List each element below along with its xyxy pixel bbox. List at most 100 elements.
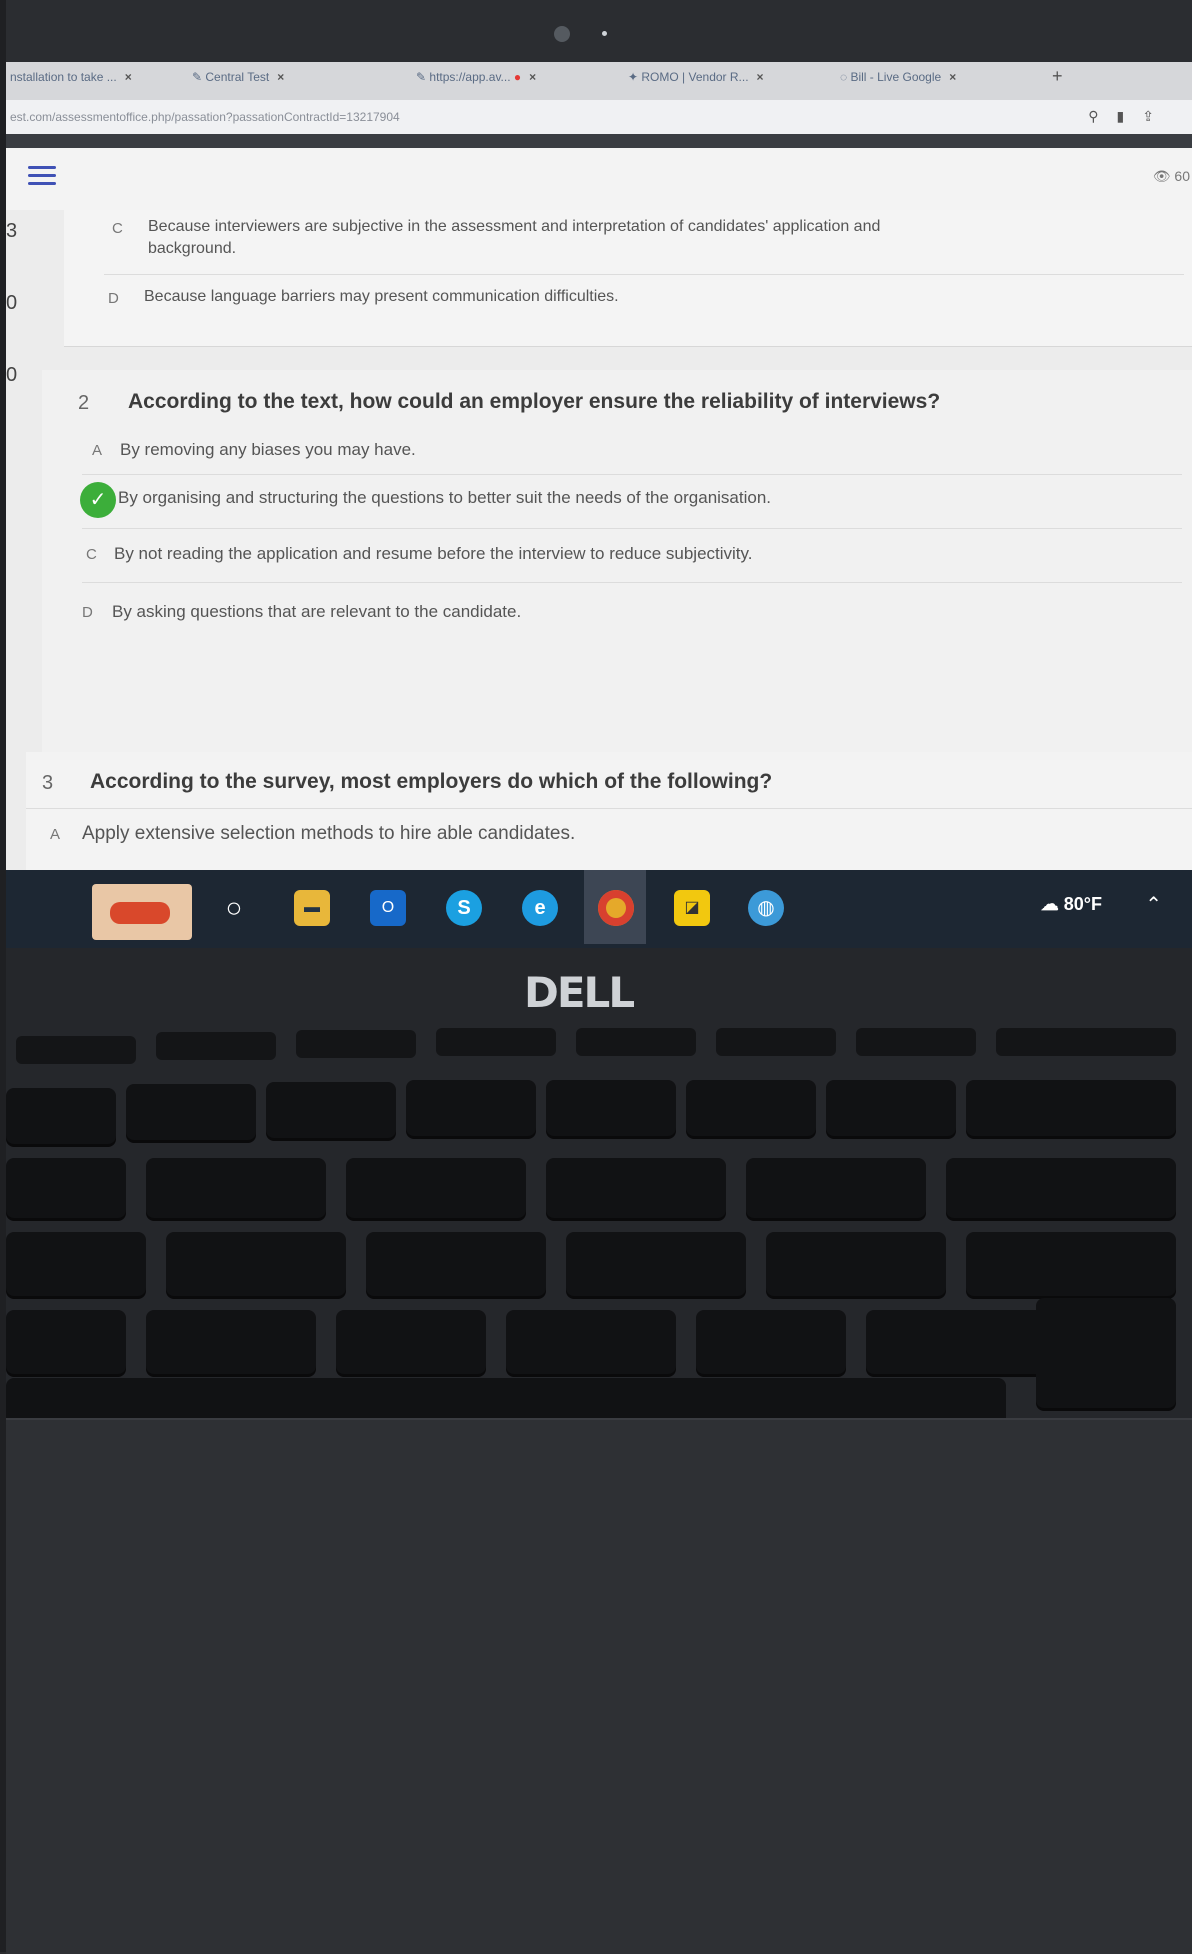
keyboard-key <box>686 1080 816 1136</box>
recording-dot-icon: ● <box>510 70 522 84</box>
question-number: 2 <box>78 392 90 414</box>
function-key <box>436 1028 556 1056</box>
tab-label: Central Test <box>205 70 270 84</box>
option-text[interactable]: By organising and structuring the questi… <box>118 488 771 508</box>
extension-icon[interactable]: ▮ <box>1117 108 1143 124</box>
eye-icon: 👁 <box>1152 168 1175 184</box>
keyboard-key <box>766 1232 946 1296</box>
question-text: According to the survey, most employers … <box>90 770 773 793</box>
new-tab-plus-icon[interactable]: + <box>1052 66 1082 90</box>
keyboard-key <box>146 1158 326 1218</box>
chrome-icon[interactable] <box>598 890 634 926</box>
side-nav-number[interactable]: 0 <box>6 292 17 315</box>
function-key <box>716 1028 836 1056</box>
keyboard-key <box>966 1232 1176 1296</box>
function-key <box>156 1032 276 1060</box>
option-text[interactable]: By asking questions that are relevant to… <box>112 602 521 622</box>
keyboard-key <box>366 1232 546 1296</box>
close-icon[interactable]: × <box>529 70 536 84</box>
views-counter: 👁 60 <box>1153 168 1190 185</box>
side-nav-number[interactable]: 3 <box>6 220 17 243</box>
question-card-2: 2 According to the text, how could an em… <box>42 370 1192 771</box>
keyboard-key <box>946 1158 1176 1218</box>
globe-icon[interactable]: ◍ <box>748 890 784 926</box>
file-explorer-icon[interactable]: ▬ <box>294 890 330 926</box>
browser-tab[interactable]: ✎ https://app.av... ● × <box>416 70 606 94</box>
pen-icon: ✎ <box>416 70 430 84</box>
screen-bezel <box>6 0 1192 62</box>
close-icon[interactable]: × <box>125 70 132 84</box>
webcam <box>554 26 570 42</box>
browser-tab[interactable]: ✎ Central Test × <box>192 70 382 94</box>
close-icon[interactable]: × <box>949 70 956 84</box>
tab-label: nstallation to take ... <box>10 70 117 84</box>
keyboard-key <box>746 1158 926 1218</box>
system-tray-chevron-icon[interactable]: ⌃ <box>1145 892 1162 917</box>
sticky-notes-icon[interactable]: ◪ <box>674 890 710 926</box>
keyboard-key <box>146 1310 316 1374</box>
option-text[interactable]: By not reading the application and resum… <box>114 544 753 564</box>
option-letter: C <box>86 546 97 563</box>
tab-favicon-icon: ✦ <box>628 70 642 84</box>
webcam-led <box>602 31 607 36</box>
skype-icon[interactable]: S <box>446 890 482 926</box>
keyboard-key <box>6 1232 146 1296</box>
option-letter: A <box>92 442 103 459</box>
cloud-sun-icon: ☁ <box>1040 894 1064 914</box>
selected-check-icon[interactable]: ✓ <box>80 482 116 518</box>
browser-tab[interactable]: ✦ ROMO | Vendor R... × <box>628 70 818 94</box>
tab-label: https://app.av... <box>429 70 511 84</box>
tab-label: Bill - Live Google <box>850 70 942 84</box>
close-icon[interactable]: × <box>757 70 764 84</box>
dell-logo: DELL <box>524 968 635 1017</box>
question-side-nav: 3 0 0 <box>6 210 34 770</box>
keyboard-key <box>336 1310 486 1374</box>
keyboard-key <box>566 1232 746 1296</box>
keyboard-key <box>696 1310 846 1374</box>
windows-taskbar: ○ ▬ O S e ◪ ◍ ☁ 80°F ⌃ <box>6 870 1192 948</box>
option-letter: D <box>108 290 119 307</box>
keyboard-key <box>166 1232 346 1296</box>
pen-icon: ✎ <box>192 70 206 84</box>
close-icon[interactable]: × <box>277 70 284 84</box>
question-list: C Because interviewers are subjective in… <box>34 210 1192 771</box>
side-nav-number[interactable]: 0 <box>6 364 17 387</box>
laptop-photo: nstallation to take ... × ✎ Central Test ×… <box>0 0 1192 1954</box>
divider <box>26 808 1192 809</box>
question-card-3: 3 According to the survey, most employer… <box>26 752 1192 872</box>
address-bar-icons: ⚲▮⇪ <box>1088 108 1172 125</box>
question-card-1: C Because interviewers are subjective in… <box>64 210 1192 347</box>
divider <box>82 582 1182 583</box>
edge-icon[interactable]: e <box>522 890 558 926</box>
location-pin-icon[interactable]: ⚲ <box>1088 108 1116 124</box>
weather-temperature: 80°F <box>1063 894 1102 914</box>
option-text[interactable]: background. <box>148 240 236 258</box>
function-key <box>576 1028 696 1056</box>
browser-tab[interactable]: nstallation to take ... × <box>10 70 170 94</box>
question-text: According to the text, how could an empl… <box>128 390 941 413</box>
keyboard-key <box>6 1158 126 1218</box>
keyboard-key <box>6 1310 126 1374</box>
option-text[interactable]: Apply extensive selection methods to hir… <box>82 823 575 845</box>
address-bar[interactable]: est.com/assessmentoffice.php/passation?p… <box>6 100 1192 135</box>
option-letter: D <box>82 604 93 621</box>
url-text[interactable]: est.com/assessmentoffice.php/passation?p… <box>10 110 400 124</box>
keyboard-key <box>546 1080 676 1136</box>
hamburger-menu-icon[interactable] <box>28 166 56 188</box>
function-key <box>856 1028 976 1056</box>
search-icon[interactable]: ○ <box>216 890 252 926</box>
outlook-icon[interactable]: O <box>370 890 406 926</box>
option-text[interactable]: By removing any biases you may have. <box>120 440 416 460</box>
share-icon[interactable]: ⇪ <box>1142 108 1172 124</box>
browser-tab[interactable]: ◌ Bill - Live Google × <box>840 70 1036 94</box>
keyboard-key <box>966 1080 1176 1136</box>
option-text[interactable]: Because interviewers are subjective in t… <box>148 218 880 236</box>
keyboard-key <box>546 1158 726 1218</box>
divider <box>104 274 1184 275</box>
views-count: 60 <box>1174 168 1190 184</box>
touchpad-area <box>6 1418 1192 1954</box>
keyboard-key <box>126 1084 256 1140</box>
option-text[interactable]: Because language barriers may present co… <box>144 288 619 306</box>
divider <box>82 528 1182 529</box>
weather-widget[interactable]: ☁ 80°F <box>1041 894 1102 915</box>
